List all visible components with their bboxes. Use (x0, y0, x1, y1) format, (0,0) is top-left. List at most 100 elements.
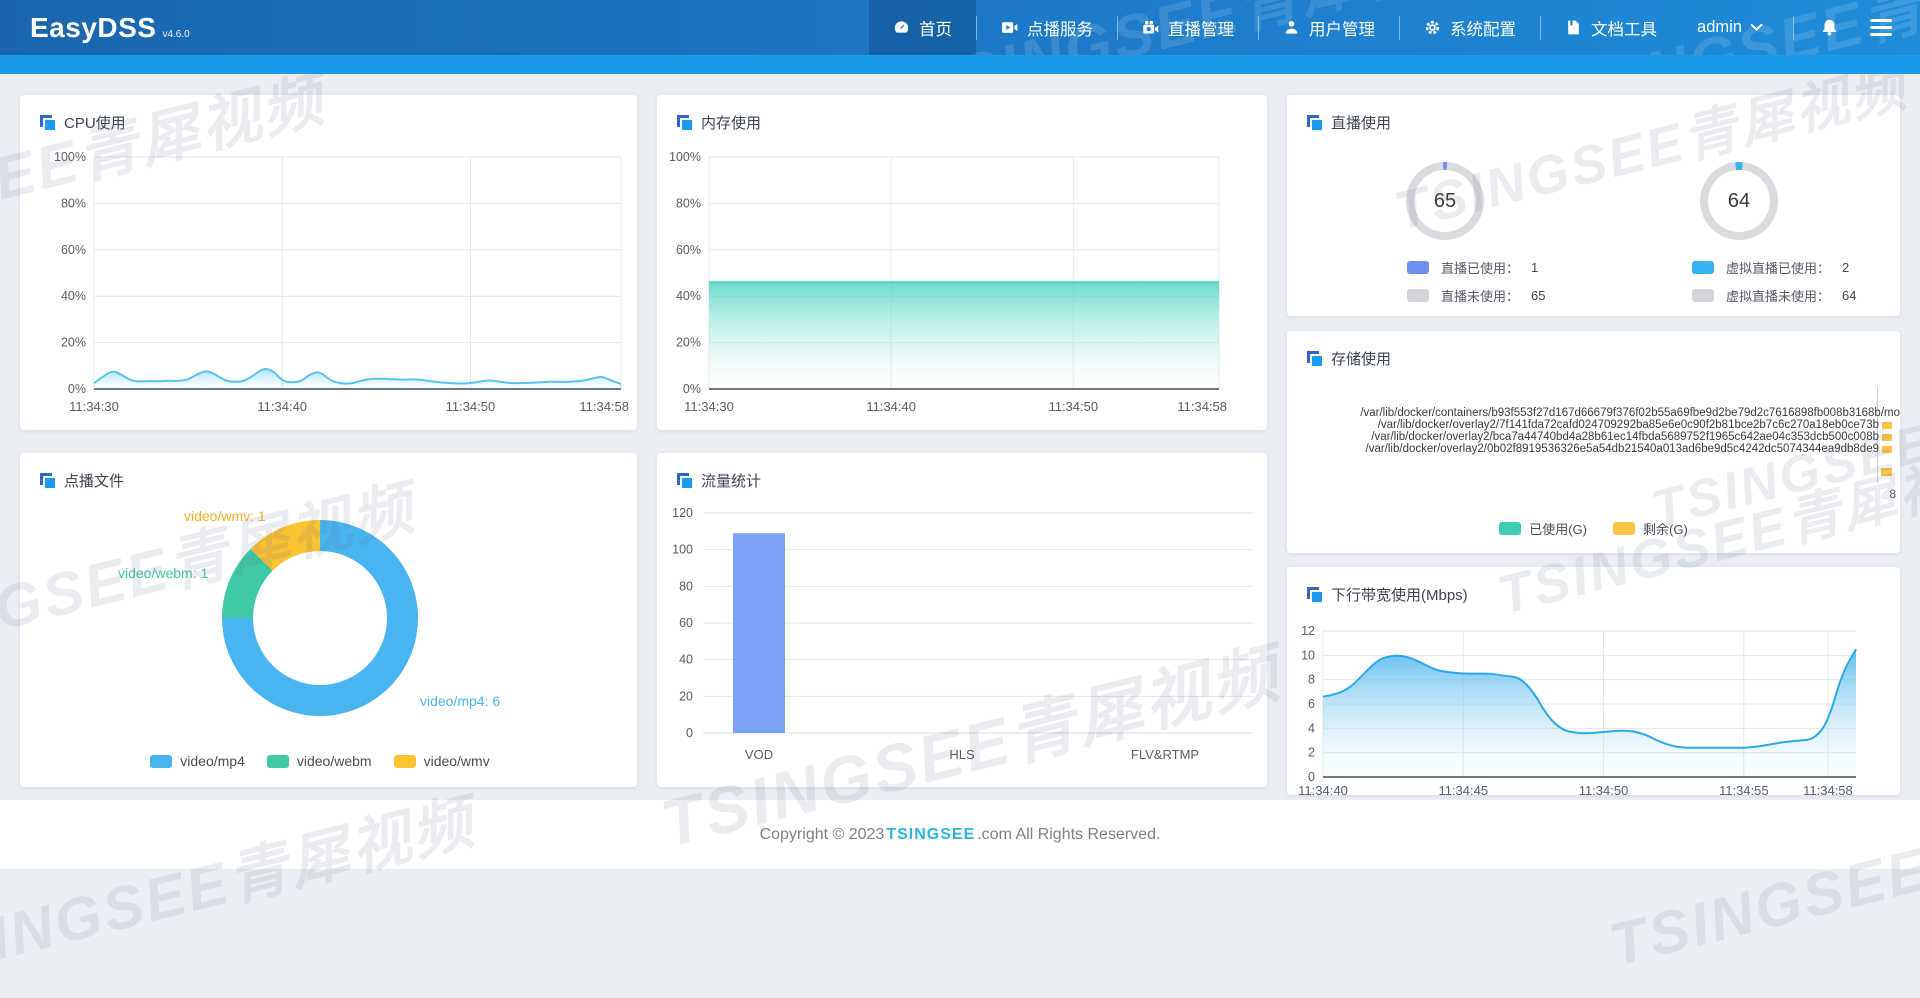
menu-toggle-button[interactable] (1870, 19, 1892, 36)
nav-item-user-manage[interactable]: 用户管理 (1259, 0, 1399, 55)
nav-label: 直播管理 (1168, 20, 1235, 39)
legend-chip (150, 754, 173, 768)
legend-row: 虚拟直播未使用： 64 (1692, 286, 1856, 305)
legend-row: 虚拟直播已使用： 2 (1692, 258, 1856, 277)
legend-chip (393, 754, 416, 768)
storage-row: /var/lib/docker/containers/b93f553f27d16… (1293, 407, 1900, 419)
panel-title-text: 直播使用 (1331, 115, 1392, 132)
nav-item-home[interactable]: 首页 (869, 0, 977, 55)
remaining-bar (1882, 421, 1892, 429)
user-icon (1283, 19, 1300, 36)
nav-item-doc-tools[interactable]: 文档工具 (1541, 0, 1681, 55)
gauge-value: 64 (1727, 189, 1751, 212)
legend-chip (266, 754, 289, 768)
nav-label: 文档工具 (1591, 20, 1658, 39)
storage-path-label: /var/lib/docker/overlay2/0b02f8919536326… (1365, 443, 1880, 455)
document-icon (1565, 19, 1582, 36)
svg-text:VOD: VOD (745, 747, 773, 762)
legend-chip (1499, 522, 1522, 535)
brand-logo-text[interactable]: TSINGSEE (886, 826, 975, 844)
panel-title-text: 内存使用 (701, 115, 762, 132)
storage-row: /var/lib/docker/overlay2/bca7a44740bd4a2… (1293, 431, 1900, 443)
chevron-down-icon (1750, 23, 1763, 32)
legend-chip (1407, 261, 1429, 274)
cpu-usage-chart: 11:34:30 11:34:40 11:34:50 11:34:58 0% 20% 40%… (54, 150, 629, 414)
svg-text:8: 8 (1308, 673, 1315, 687)
panel-title-text: 流量统计 (701, 473, 762, 490)
legend-item-wmv[interactable]: video/wmv (393, 753, 490, 769)
legend-chip (1692, 261, 1714, 274)
legend-item-remaining[interactable]: 剩余(G) (1613, 519, 1688, 538)
svg-text:11:34:58: 11:34:58 (1177, 399, 1227, 414)
svg-text:20%: 20% (676, 336, 701, 350)
notifications-button[interactable] (1812, 11, 1846, 45)
panel-cpu-usage: CPU使用 11:34:30 11:34:40 11:34:50 11:34:58 0%… (20, 95, 637, 430)
user-menu[interactable]: admin (1685, 18, 1775, 37)
storage-path-rows: /var/lib/docker/containers/b93f553f27d16… (1293, 407, 1900, 455)
hamburger-icon (1870, 19, 1892, 22)
app-logo[interactable]: EasyDSS v4.6.0 (30, 12, 190, 44)
username: admin (1697, 18, 1742, 36)
chart-panel-icon (677, 473, 692, 488)
nav-item-vod-service[interactable]: 点播服务 (977, 0, 1117, 55)
legend-row: 直播未使用： 65 (1407, 286, 1545, 305)
slice-label-mp4: video/mp4: 6 (420, 693, 501, 709)
svg-text:11:34:40: 11:34:40 (257, 399, 307, 414)
svg-text:4: 4 (1308, 721, 1315, 735)
chart-panel-icon (40, 473, 55, 488)
svg-text:11:34:30: 11:34:30 (69, 399, 119, 414)
panel-title-text: 下行带宽使用(Mbps) (1331, 587, 1468, 604)
chart-panel-icon (1307, 115, 1322, 130)
legend-label: 虚拟直播已使用： (1726, 261, 1831, 276)
traffic-bar-chart: 0 20 40 60 80 100 120 VOD HLS FLV&RTMP (672, 506, 1253, 762)
panel-title: 直播使用 (1287, 95, 1900, 133)
vod-files-donut-chart (222, 520, 418, 716)
legend-label: 剩余(G) (1643, 522, 1688, 537)
chart-panel-icon (677, 115, 692, 130)
svg-text:11:34:50: 11:34:50 (446, 399, 496, 414)
storage-legend: 已使用(G) 剩余(G) (1287, 519, 1900, 538)
legend-item-mp4[interactable]: video/mp4 (150, 753, 245, 769)
nav-item-live-manage[interactable]: 直播管理 (1118, 0, 1258, 55)
slice-label-wmv: video/wmv: 1 (184, 508, 266, 524)
panel-title: 内存使用 (657, 95, 1267, 133)
legend-label: 虚拟直播未使用： (1726, 289, 1831, 304)
storage-path-label: /var/lib/docker/overlay2/7f141fda72cafd0… (1377, 419, 1879, 431)
legend-value: 1 (1531, 260, 1539, 275)
panel-title: 下行带宽使用(Mbps) (1287, 567, 1900, 605)
svg-text:0%: 0% (68, 382, 86, 396)
legend-label: video/mp4 (180, 753, 245, 769)
svg-text:11:34:50: 11:34:50 (1048, 399, 1098, 414)
svg-text:11:34:50: 11:34:50 (1579, 783, 1629, 798)
panel-title: CPU使用 (20, 95, 637, 133)
app-title: EasyDSS (30, 11, 157, 43)
svg-text:40: 40 (679, 653, 693, 667)
clipped-axis-tick: 8 (1889, 487, 1896, 501)
legend-chip (1407, 289, 1429, 302)
gear-icon (1424, 19, 1441, 36)
panel-traffic-stats: 流量统计 0 20 40 60 80 100 120 VOD HLS FLV&RTMP (657, 453, 1267, 787)
copyright-suffix: .com All Rights Reserved. (977, 825, 1161, 843)
live-used-gauge: 65 (1406, 162, 1484, 240)
chart-panel-icon (40, 115, 55, 130)
panel-storage-usage: 存储使用 /var/lib/docker/containers/b93f553f… (1287, 331, 1900, 553)
live-gauge-legend: 直播已使用： 1 直播未使用： 65 (1407, 258, 1545, 305)
svg-text:100%: 100% (669, 150, 701, 164)
nav-item-system-config[interactable]: 系统配置 (1400, 0, 1540, 55)
nav-divider (1793, 15, 1794, 40)
svg-text:2: 2 (1308, 746, 1315, 760)
memory-usage-chart: 11:34:30 11:34:40 11:34:50 11:34:58 0% 20% 40%… (669, 150, 1227, 414)
camcorder-icon (1142, 19, 1159, 36)
legend-item-webm[interactable]: video/webm (266, 753, 372, 769)
chart-panel-icon (1307, 351, 1322, 366)
svg-text:11:34:58: 11:34:58 (579, 399, 629, 414)
storage-row: /var/lib/docker/overlay2/0b02f8919536326… (1293, 443, 1900, 455)
panel-vod-files: 点播文件 video/wmv: 1 video/webm: 1 video/mp… (20, 453, 637, 787)
nav-label: 首页 (919, 20, 953, 39)
legend-label: video/webm (296, 753, 372, 769)
legend-label: 已使用(G) (1529, 522, 1587, 537)
legend-item-used[interactable]: 已使用(G) (1499, 519, 1587, 538)
panel-title: 点播文件 (20, 453, 637, 491)
panel-live-usage: 直播使用 65 64 直播已使用： 1 直播未使用： 65 虚拟直播已使用： 2… (1287, 95, 1900, 316)
svg-text:11:34:40: 11:34:40 (1298, 783, 1348, 798)
